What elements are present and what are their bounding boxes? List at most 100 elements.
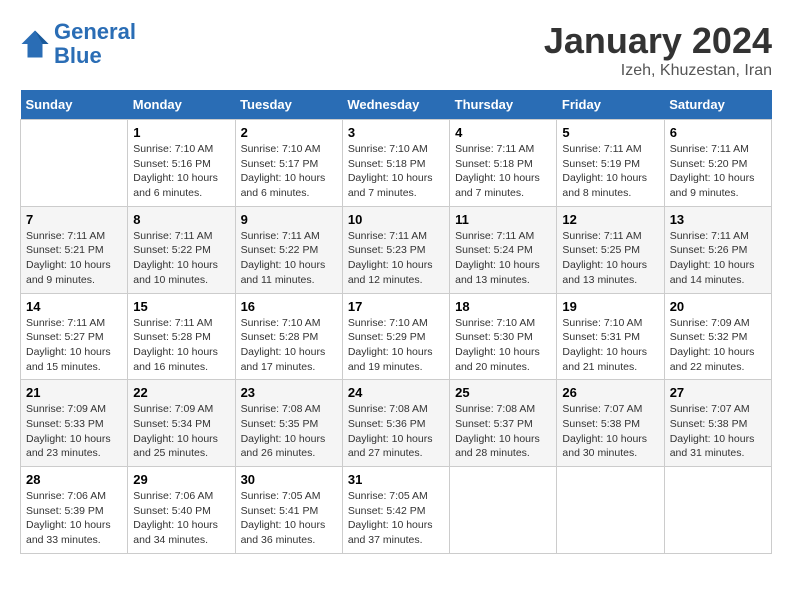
day-info: Sunrise: 7:06 AM Sunset: 5:39 PM Dayligh… xyxy=(26,489,122,548)
logo-icon xyxy=(20,29,50,59)
day-number: 9 xyxy=(241,212,337,227)
day-number: 10 xyxy=(348,212,444,227)
calendar-cell: 5 Sunrise: 7:11 AM Sunset: 5:19 PM Daylig… xyxy=(557,120,664,207)
calendar-cell: 22Sunrise: 7:09 AM Sunset: 5:34 PM Dayli… xyxy=(128,380,235,467)
day-info: Sunrise: 7:11 AM Sunset: 5:20 PM Dayligh… xyxy=(670,142,766,201)
day-number: 29 xyxy=(133,472,229,487)
day-info: Sunrise: 7:06 AM Sunset: 5:40 PM Dayligh… xyxy=(133,489,229,548)
day-number: 13 xyxy=(670,212,766,227)
calendar-cell: 24 Sunrise: 7:08 AM Sunset: 5:36 PM Dayli… xyxy=(342,380,449,467)
logo: General Blue xyxy=(20,20,136,68)
day-info: Sunrise: 7:11 AM Sunset: 5:28 PM Dayligh… xyxy=(133,316,229,375)
day-info: Sunrise: 7:08 AM Sunset: 5:35 PM Dayligh… xyxy=(241,402,337,461)
week-row-1: 1 Sunrise: 7:10 AM Sunset: 5:16 PM Daylig… xyxy=(21,120,772,207)
day-number: 22 xyxy=(133,385,229,400)
day-number: 16 xyxy=(241,299,337,314)
logo-line2: Blue xyxy=(54,43,102,68)
calendar-body: 1 Sunrise: 7:10 AM Sunset: 5:16 PM Daylig… xyxy=(21,120,772,554)
day-info: Sunrise: 7:11 AM Sunset: 5:27 PM Dayligh… xyxy=(26,316,122,375)
day-number: 25 xyxy=(455,385,551,400)
day-number: 30 xyxy=(241,472,337,487)
day-number: 14 xyxy=(26,299,122,314)
day-info: Sunrise: 7:10 AM Sunset: 5:31 PM Dayligh… xyxy=(562,316,658,375)
day-number: 11 xyxy=(455,212,551,227)
logo-line1: General xyxy=(54,19,136,44)
calendar-cell: 1 Sunrise: 7:10 AM Sunset: 5:16 PM Daylig… xyxy=(128,120,235,207)
calendar-cell: 21Sunrise: 7:09 AM Sunset: 5:33 PM Dayli… xyxy=(21,380,128,467)
column-header-tuesday: Tuesday xyxy=(235,90,342,120)
day-info: Sunrise: 7:11 AM Sunset: 5:22 PM Dayligh… xyxy=(241,229,337,288)
calendar-header: SundayMondayTuesdayWednesdayThursdayFrid… xyxy=(21,90,772,120)
day-number: 4 xyxy=(455,125,551,140)
logo-text: General Blue xyxy=(54,20,136,68)
day-number: 23 xyxy=(241,385,337,400)
calendar-cell: 23 Sunrise: 7:08 AM Sunset: 5:35 PM Dayli… xyxy=(235,380,342,467)
day-number: 28 xyxy=(26,472,122,487)
day-number: 18 xyxy=(455,299,551,314)
day-info: Sunrise: 7:08 AM Sunset: 5:37 PM Dayligh… xyxy=(455,402,551,461)
day-info: Sunrise: 7:08 AM Sunset: 5:36 PM Dayligh… xyxy=(348,402,444,461)
day-number: 26 xyxy=(562,385,658,400)
day-info: Sunrise: 7:10 AM Sunset: 5:28 PM Dayligh… xyxy=(241,316,337,375)
calendar-cell: 25 Sunrise: 7:08 AM Sunset: 5:37 PM Dayli… xyxy=(450,380,557,467)
calendar-cell: 11Sunrise: 7:11 AM Sunset: 5:24 PM Dayli… xyxy=(450,206,557,293)
week-row-4: 21Sunrise: 7:09 AM Sunset: 5:33 PM Dayli… xyxy=(21,380,772,467)
calendar-cell: 16 Sunrise: 7:10 AM Sunset: 5:28 PM Dayli… xyxy=(235,293,342,380)
week-row-2: 7 Sunrise: 7:11 AM Sunset: 5:21 PM Daylig… xyxy=(21,206,772,293)
day-number: 27 xyxy=(670,385,766,400)
day-info: Sunrise: 7:11 AM Sunset: 5:25 PM Dayligh… xyxy=(562,229,658,288)
calendar-cell: 31 Sunrise: 7:05 AM Sunset: 5:42 PM Dayli… xyxy=(342,467,449,554)
day-number: 17 xyxy=(348,299,444,314)
column-header-saturday: Saturday xyxy=(664,90,771,120)
day-number: 31 xyxy=(348,472,444,487)
column-header-monday: Monday xyxy=(128,90,235,120)
day-info: Sunrise: 7:11 AM Sunset: 5:21 PM Dayligh… xyxy=(26,229,122,288)
day-number: 5 xyxy=(562,125,658,140)
calendar-cell: 20Sunrise: 7:09 AM Sunset: 5:32 PM Dayli… xyxy=(664,293,771,380)
day-number: 1 xyxy=(133,125,229,140)
day-info: Sunrise: 7:10 AM Sunset: 5:29 PM Dayligh… xyxy=(348,316,444,375)
calendar-cell: 13Sunrise: 7:11 AM Sunset: 5:26 PM Dayli… xyxy=(664,206,771,293)
calendar-cell: 10 Sunrise: 7:11 AM Sunset: 5:23 PM Dayli… xyxy=(342,206,449,293)
calendar-cell: 28 Sunrise: 7:06 AM Sunset: 5:39 PM Dayli… xyxy=(21,467,128,554)
day-info: Sunrise: 7:09 AM Sunset: 5:33 PM Dayligh… xyxy=(26,402,122,461)
calendar-cell: 6Sunrise: 7:11 AM Sunset: 5:20 PM Daylig… xyxy=(664,120,771,207)
day-info: Sunrise: 7:11 AM Sunset: 5:18 PM Dayligh… xyxy=(455,142,551,201)
week-row-5: 28 Sunrise: 7:06 AM Sunset: 5:39 PM Dayli… xyxy=(21,467,772,554)
calendar-cell: 30Sunrise: 7:05 AM Sunset: 5:41 PM Dayli… xyxy=(235,467,342,554)
day-number: 24 xyxy=(348,385,444,400)
day-info: Sunrise: 7:05 AM Sunset: 5:42 PM Dayligh… xyxy=(348,489,444,548)
calendar-cell: 26Sunrise: 7:07 AM Sunset: 5:38 PM Dayli… xyxy=(557,380,664,467)
day-number: 12 xyxy=(562,212,658,227)
calendar-cell: 15 Sunrise: 7:11 AM Sunset: 5:28 PM Dayli… xyxy=(128,293,235,380)
day-info: Sunrise: 7:11 AM Sunset: 5:19 PM Dayligh… xyxy=(562,142,658,201)
day-info: Sunrise: 7:10 AM Sunset: 5:16 PM Dayligh… xyxy=(133,142,229,201)
calendar-cell: 18 Sunrise: 7:10 AM Sunset: 5:30 PM Dayli… xyxy=(450,293,557,380)
calendar-cell xyxy=(450,467,557,554)
day-info: Sunrise: 7:07 AM Sunset: 5:38 PM Dayligh… xyxy=(670,402,766,461)
calendar-cell: 2Sunrise: 7:10 AM Sunset: 5:17 PM Daylig… xyxy=(235,120,342,207)
day-info: Sunrise: 7:11 AM Sunset: 5:23 PM Dayligh… xyxy=(348,229,444,288)
header-row: SundayMondayTuesdayWednesdayThursdayFrid… xyxy=(21,90,772,120)
column-header-friday: Friday xyxy=(557,90,664,120)
calendar-cell: 17 Sunrise: 7:10 AM Sunset: 5:29 PM Dayli… xyxy=(342,293,449,380)
page-header: General Blue January 2024 Izeh, Khuzesta… xyxy=(20,20,772,80)
calendar-cell xyxy=(21,120,128,207)
day-number: 15 xyxy=(133,299,229,314)
column-header-sunday: Sunday xyxy=(21,90,128,120)
location: Izeh, Khuzestan, Iran xyxy=(544,62,772,80)
day-number: 20 xyxy=(670,299,766,314)
day-number: 8 xyxy=(133,212,229,227)
calendar-cell xyxy=(557,467,664,554)
calendar-cell: 9 Sunrise: 7:11 AM Sunset: 5:22 PM Daylig… xyxy=(235,206,342,293)
column-header-wednesday: Wednesday xyxy=(342,90,449,120)
calendar-cell: 29 Sunrise: 7:06 AM Sunset: 5:40 PM Dayli… xyxy=(128,467,235,554)
day-info: Sunrise: 7:10 AM Sunset: 5:30 PM Dayligh… xyxy=(455,316,551,375)
title-block: January 2024 Izeh, Khuzestan, Iran xyxy=(544,20,772,80)
day-number: 7 xyxy=(26,212,122,227)
calendar-cell: 19Sunrise: 7:10 AM Sunset: 5:31 PM Dayli… xyxy=(557,293,664,380)
calendar-cell xyxy=(664,467,771,554)
calendar-cell: 4 Sunrise: 7:11 AM Sunset: 5:18 PM Daylig… xyxy=(450,120,557,207)
month-title: January 2024 xyxy=(544,20,772,62)
day-info: Sunrise: 7:11 AM Sunset: 5:22 PM Dayligh… xyxy=(133,229,229,288)
